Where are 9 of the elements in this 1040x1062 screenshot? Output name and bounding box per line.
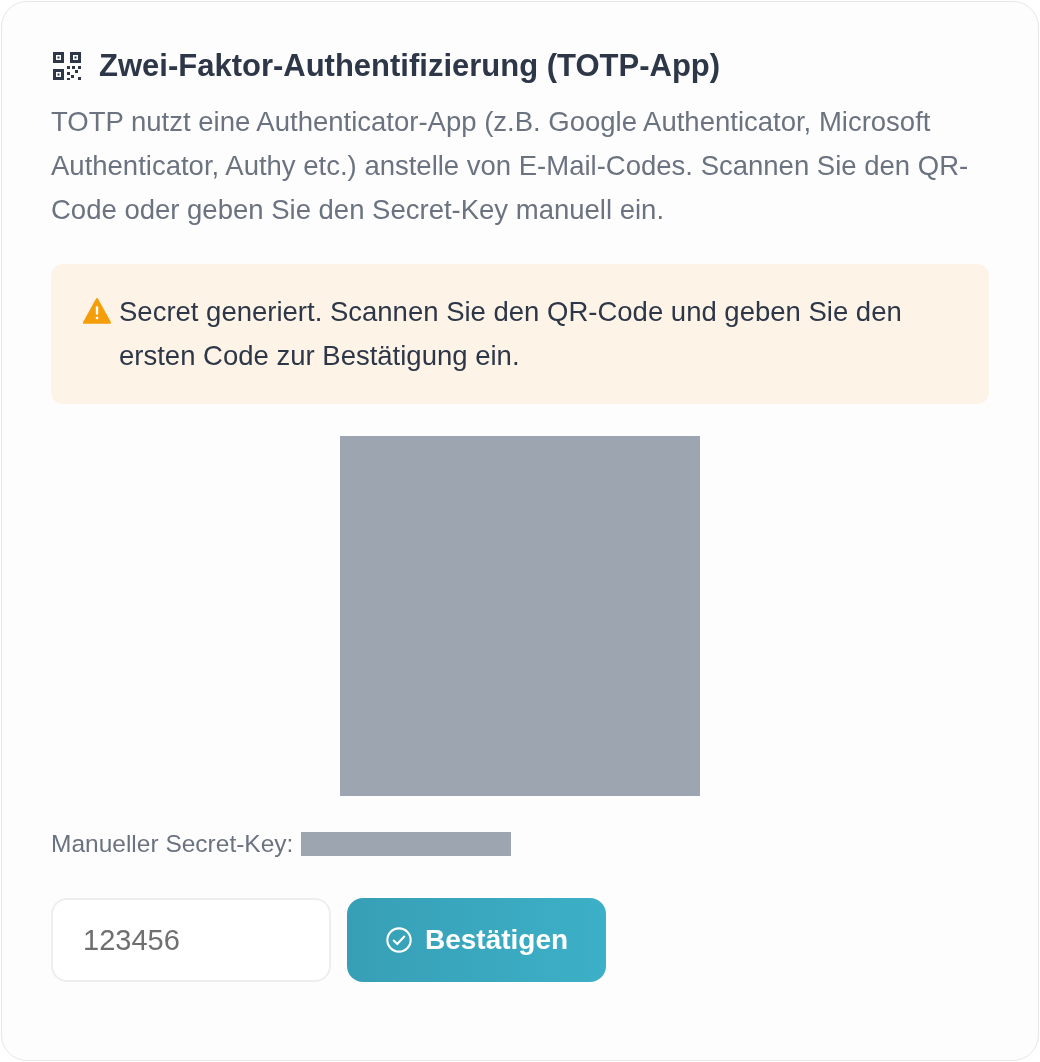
description: TOTP nutzt eine Authenticator-App (z.B. Google Authenticator, Microsoft Authenticator, Authy etc.) anstelle von E-Mail-Codes. Scannen Sie den QR-Code oder geben Sie den Secret-Key manuell ein. [51,105,970,227]
secret-key-label: Manueller Secret-Key: [51,830,294,858]
confirm-button[interactable]: Bestätigen [347,898,607,982]
card-title: Zwei-Faktor-Authentifizierung (TOTP-App) [99,48,721,84]
check-circle-icon [385,926,413,954]
alert-text: Secret generiert. Scannen Sie den QR-Code und geben Sie den ersten Code zur Bestätigung ein. [119,295,903,373]
warning-icon [83,298,111,324]
code-input-field[interactable]: 123456 [51,898,331,982]
qr-code-icon [51,50,83,82]
